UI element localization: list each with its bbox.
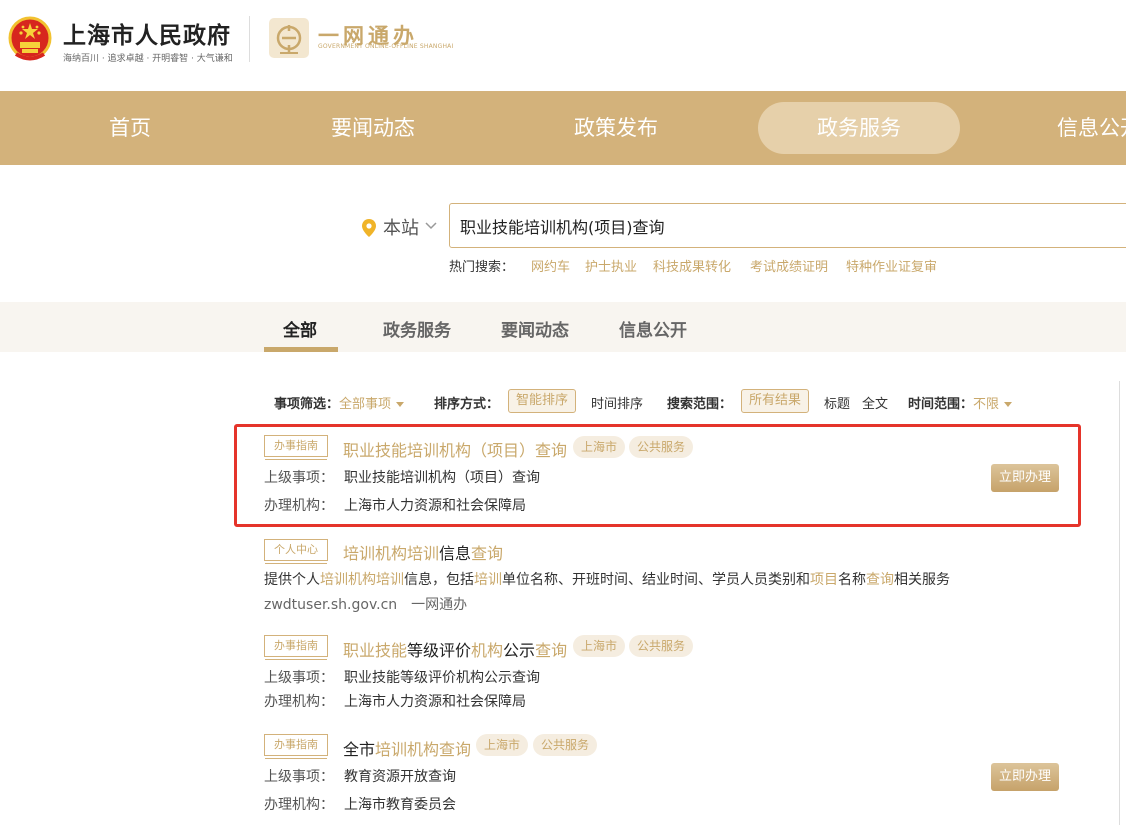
main-nav: 首页 要闻动态 政策发布 政务服务 信息公开 — [0, 91, 1126, 165]
result-parent-item: 上级事项： 职业技能等级评价机构公示查询 — [264, 670, 540, 686]
tab-info-public[interactable]: 信息公开 — [619, 316, 687, 341]
hot-search-link[interactable]: 考试成绩证明 — [750, 256, 828, 275]
nav-item-info-public[interactable]: 信息公开 — [1001, 102, 1126, 154]
source-url[interactable]: zwdtuser.sh.gov.cn — [264, 597, 397, 613]
highlight-box — [234, 424, 1081, 527]
result-title-link[interactable]: 职业技能等级评价机构公示查询 — [343, 637, 567, 661]
scope-fulltext-option[interactable]: 全文 — [862, 393, 888, 412]
scope-all-button[interactable]: 所有结果 — [741, 389, 810, 413]
scope-label: 搜索范围： — [667, 397, 733, 412]
yiwangtongban-subtitle: GOVERNMENT ONLINE-OFFLINE SHANGHAI — [318, 43, 454, 50]
location-pin-icon — [362, 219, 376, 237]
sort-label: 排序方式： — [434, 397, 500, 412]
time-filter-value[interactable]: 不限 — [973, 397, 999, 412]
tab-all[interactable]: 全部 — [283, 316, 317, 341]
chevron-down-icon[interactable] — [425, 222, 437, 230]
nav-item-home[interactable]: 首页 — [29, 102, 231, 154]
yiwangtongban-logo-icon[interactable] — [268, 17, 310, 59]
time-filter[interactable]: 时间范围：不限 — [908, 393, 1013, 412]
site-slogan: 海纳百川 · 追求卓越 · 开明睿智 · 大气谦和 — [63, 54, 233, 64]
result-agency: 办理机构： 上海市人力资源和社会保障局 — [264, 694, 526, 710]
nav-item-policy[interactable]: 政策发布 — [515, 102, 717, 154]
scrollbar-track[interactable] — [1119, 381, 1120, 825]
item-filter-value[interactable]: 全部事项 — [339, 397, 391, 412]
result-title-link[interactable]: 培训机构培训信息查询 — [343, 540, 503, 564]
source-name: 一网通办 — [411, 597, 468, 613]
region-chip: 上海市 — [573, 635, 626, 657]
region-chip: 上海市 — [476, 734, 529, 756]
result-agency: 办理机构： 上海市教育委员会 — [264, 797, 456, 813]
hot-search-link[interactable]: 特种作业证复审 — [846, 256, 937, 275]
result-source: zwdtuser.sh.gov.cn 一网通办 — [264, 594, 467, 614]
item-filter-label: 事项筛选： — [274, 397, 340, 412]
hot-search-link[interactable]: 科技成果转化 — [653, 256, 731, 275]
result-title-link[interactable]: 全市培训机构查询 — [343, 736, 471, 760]
category-chip: 公共服务 — [629, 635, 694, 657]
apply-now-button[interactable]: 立即办理 — [991, 763, 1059, 791]
result-description: 提供个人培训机构培训信息，包括培训单位名称、开班时间、结业时间、学员人员类别和项… — [264, 572, 950, 588]
hot-search-link[interactable]: 网约车 — [531, 256, 570, 275]
site-title[interactable]: 上海市人民政府 — [63, 16, 231, 50]
header-divider — [249, 16, 250, 62]
tab-news[interactable]: 要闻动态 — [501, 316, 569, 341]
hot-search-link[interactable]: 护士执业 — [585, 256, 637, 275]
result-type-tag: 办事指南 — [264, 635, 328, 660]
category-chip: 公共服务 — [533, 734, 598, 756]
item-filter[interactable]: 事项筛选：全部事项 — [274, 393, 405, 412]
result-type-tag: 个人中心 — [264, 539, 328, 564]
caret-down-icon[interactable] — [396, 402, 405, 407]
result-parent-item: 上级事项： 教育资源开放查询 — [264, 769, 456, 785]
tab-services[interactable]: 政务服务 — [383, 316, 451, 341]
nav-item-news[interactable]: 要闻动态 — [272, 102, 474, 154]
active-tab-indicator — [264, 347, 338, 352]
caret-down-icon[interactable] — [1004, 402, 1013, 407]
sort-time-option[interactable]: 时间排序 — [591, 393, 643, 412]
hot-search-label: 热门搜索： — [449, 260, 515, 275]
time-filter-label: 时间范围： — [908, 397, 974, 412]
nav-item-services[interactable]: 政务服务 — [758, 102, 960, 154]
search-input[interactable] — [449, 203, 1126, 248]
sort-smart-button[interactable]: 智能排序 — [508, 389, 577, 413]
site-header: 上海市人民政府 海纳百川 · 追求卓越 · 开明睿智 · 大气谦和 一网通办 G… — [0, 0, 1126, 91]
scope-title-option[interactable]: 标题 — [824, 393, 850, 412]
search-scope-selector[interactable]: 本站 — [383, 214, 419, 240]
result-type-tag: 办事指南 — [264, 734, 328, 759]
national-emblem-icon[interactable] — [8, 16, 52, 62]
